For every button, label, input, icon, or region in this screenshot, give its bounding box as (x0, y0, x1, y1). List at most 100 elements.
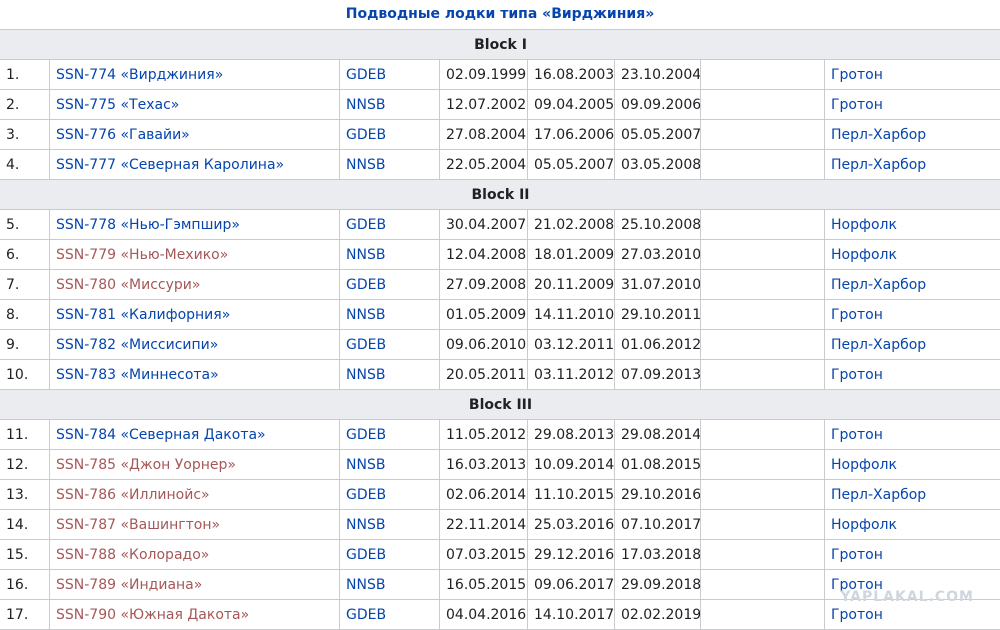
submarine-name: SSN-782 «Миссисипи» (50, 330, 340, 360)
builder-link[interactable]: NNSB (346, 367, 385, 383)
home-port-link[interactable]: Гротон (831, 607, 883, 623)
row-number: 9. (0, 330, 50, 360)
builder-link[interactable]: NNSB (346, 307, 385, 323)
submarine-name-link[interactable]: SSN-785 «Джон Уорнер» (56, 457, 236, 473)
builder-link[interactable]: GDEB (346, 337, 386, 353)
launch-date: 29.12.2016 (528, 540, 615, 570)
commission-date: 01.06.2012 (615, 330, 701, 360)
block-header: Block III (0, 390, 1000, 420)
submarine-name-link[interactable]: SSN-780 «Миссури» (56, 277, 200, 293)
commission-date: 29.09.2018 (615, 570, 701, 600)
submarine-name-link[interactable]: SSN-787 «Вашингтон» (56, 517, 220, 533)
table-row: 10.SSN-783 «Миннесота»NNSB20.05.201103.1… (0, 360, 1000, 390)
row-number: 2. (0, 90, 50, 120)
commission-date: 09.09.2006 (615, 90, 701, 120)
row-number: 8. (0, 300, 50, 330)
home-port: Перл-Харбор (825, 330, 1000, 360)
commission-date: 29.10.2016 (615, 480, 701, 510)
status-cell (701, 210, 825, 240)
home-port-link[interactable]: Перл-Харбор (831, 277, 926, 293)
submarine-name-link[interactable]: SSN-781 «Калифорния» (56, 307, 230, 323)
status-cell (701, 240, 825, 270)
row-number: 17. (0, 600, 50, 630)
watermark: YAPLAKAL.COM (840, 589, 974, 605)
submarine-name-link[interactable]: SSN-784 «Северная Дакота» (56, 427, 266, 443)
home-port-link[interactable]: Гротон (831, 427, 883, 443)
submarine-name-link[interactable]: SSN-776 «Гавайи» (56, 127, 190, 143)
home-port-link[interactable]: Норфолк (831, 517, 897, 533)
submarine-name-link[interactable]: SSN-779 «Нью-Мехико» (56, 247, 228, 263)
status-cell (701, 150, 825, 180)
submarine-name-link[interactable]: SSN-775 «Техас» (56, 97, 179, 113)
laid-down-date: 16.03.2013 (440, 450, 528, 480)
home-port-link[interactable]: Гротон (831, 307, 883, 323)
commission-date: 01.08.2015 (615, 450, 701, 480)
submarine-table: Block I1.SSN-774 «Вирджиния»GDEB02.09.19… (0, 29, 1000, 630)
builder-link[interactable]: NNSB (346, 97, 385, 113)
commission-date: 05.05.2007 (615, 120, 701, 150)
status-cell (701, 360, 825, 390)
builder-link[interactable]: GDEB (346, 67, 386, 83)
builder-link[interactable]: GDEB (346, 427, 386, 443)
row-number: 15. (0, 540, 50, 570)
builder-link[interactable]: NNSB (346, 157, 385, 173)
home-port-link[interactable]: Норфолк (831, 247, 897, 263)
launch-date: 20.11.2009 (528, 270, 615, 300)
status-cell (701, 540, 825, 570)
submarine-name-link[interactable]: SSN-786 «Иллинойс» (56, 487, 210, 503)
commission-date: 07.09.2013 (615, 360, 701, 390)
builder-link[interactable]: GDEB (346, 607, 386, 623)
builder-link[interactable]: GDEB (346, 487, 386, 503)
builder-link[interactable]: NNSB (346, 457, 385, 473)
builder-link[interactable]: GDEB (346, 217, 386, 233)
builder-link[interactable]: GDEB (346, 547, 386, 563)
submarine-name-link[interactable]: SSN-778 «Нью-Гэмпшир» (56, 217, 240, 233)
submarine-name: SSN-781 «Калифорния» (50, 300, 340, 330)
commission-date: 02.02.2019 (615, 600, 701, 630)
submarine-name-link[interactable]: SSN-782 «Миссисипи» (56, 337, 218, 353)
row-number: 13. (0, 480, 50, 510)
table-row: 1.SSN-774 «Вирджиния»GDEB02.09.199916.08… (0, 60, 1000, 90)
launch-date: 11.10.2015 (528, 480, 615, 510)
row-number: 16. (0, 570, 50, 600)
home-port-link[interactable]: Перл-Харбор (831, 157, 926, 173)
submarine-name: SSN-779 «Нью-Мехико» (50, 240, 340, 270)
status-cell (701, 450, 825, 480)
home-port-link[interactable]: Перл-Харбор (831, 127, 926, 143)
launch-date: 10.09.2014 (528, 450, 615, 480)
builder: NNSB (340, 510, 440, 540)
table-body: Block I1.SSN-774 «Вирджиния»GDEB02.09.19… (0, 30, 1000, 630)
builder-link[interactable]: NNSB (346, 247, 385, 263)
block-header-row: Block II (0, 180, 1000, 210)
launch-date: 05.05.2007 (528, 150, 615, 180)
row-number: 12. (0, 450, 50, 480)
table-row: 7.SSN-780 «Миссури»GDEB27.09.200820.11.2… (0, 270, 1000, 300)
submarine-name-link[interactable]: SSN-790 «Южная Дакота» (56, 607, 249, 623)
submarine-name: SSN-775 «Техас» (50, 90, 340, 120)
row-number: 11. (0, 420, 50, 450)
status-cell (701, 270, 825, 300)
builder-link[interactable]: GDEB (346, 127, 386, 143)
builder-link[interactable]: NNSB (346, 577, 385, 593)
home-port-link[interactable]: Гротон (831, 67, 883, 83)
home-port-link[interactable]: Перл-Харбор (831, 337, 926, 353)
submarine-name-link[interactable]: SSN-788 «Колорадо» (56, 547, 209, 563)
home-port-link[interactable]: Норфолк (831, 217, 897, 233)
builder: GDEB (340, 420, 440, 450)
home-port-link[interactable]: Гротон (831, 97, 883, 113)
submarine-name-link[interactable]: SSN-777 «Северная Каролина» (56, 157, 284, 173)
home-port-link[interactable]: Норфолк (831, 457, 897, 473)
builder-link[interactable]: GDEB (346, 277, 386, 293)
table-row: 5.SSN-778 «Нью-Гэмпшир»GDEB30.04.200721.… (0, 210, 1000, 240)
home-port-link[interactable]: Гротон (831, 367, 883, 383)
laid-down-date: 20.05.2011 (440, 360, 528, 390)
builder: NNSB (340, 360, 440, 390)
builder-link[interactable]: NNSB (346, 517, 385, 533)
home-port: Норфолк (825, 450, 1000, 480)
submarine-name-link[interactable]: SSN-789 «Индиана» (56, 577, 202, 593)
submarine-name-link[interactable]: SSN-783 «Миннесота» (56, 367, 219, 383)
laid-down-date: 02.09.1999 (440, 60, 528, 90)
home-port-link[interactable]: Перл-Харбор (831, 487, 926, 503)
submarine-name-link[interactable]: SSN-774 «Вирджиния» (56, 67, 223, 83)
home-port-link[interactable]: Гротон (831, 547, 883, 563)
